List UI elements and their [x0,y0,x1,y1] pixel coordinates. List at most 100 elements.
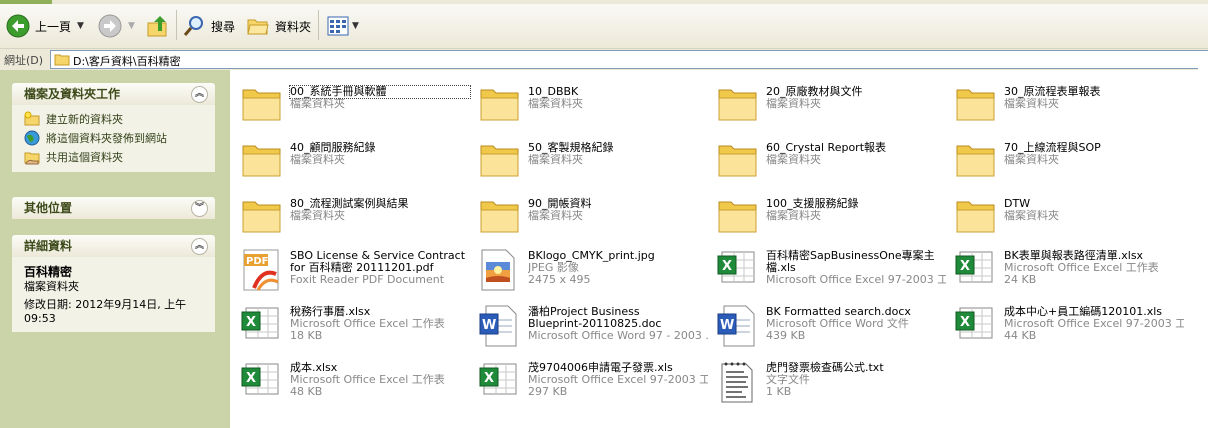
file-item[interactable]: 90_開帳資料 檔案資料夾 [472,190,710,242]
chevron-down-icon[interactable]: ▼ [77,21,84,31]
up-folder-button[interactable] [146,11,170,41]
file-type: Microsoft Office Word 97 - 2003 ... [528,330,708,342]
forward-button[interactable]: ▼ [98,11,135,41]
file-tasks-panel: 檔案及資料夾工作 ︽ 建立新的資料夾 將這個資料夾發佈到網站 共用這個資料夾 [12,83,215,172]
address-dropdown-button[interactable] [1198,50,1208,71]
file-type: JPEG 影像 [528,262,579,274]
file-name: BK Formatted search.docx [766,305,911,318]
share-folder-icon [24,152,40,164]
file-item[interactable]: W 潘柏Project Business Blueprint-20110825.… [472,298,710,350]
task-label: 建立新的資料夾 [46,112,123,126]
file-type: 檔案資料夾 [528,210,583,222]
file-item[interactable]: 虎門發票檢查碼公式.txt 文字文件 1 KB [710,354,948,406]
svg-text:W: W [720,318,734,333]
chevron-down-icon[interactable]: ▼ [352,21,359,31]
file-size: 18 KB [290,330,323,342]
text-icon [716,360,764,408]
file-tasks-body: 建立新的資料夾 將這個資料夾發佈到網站 共用這個資料夾 [12,105,215,172]
excel-icon: X [954,248,1002,296]
file-item[interactable]: X 百科精密SapBusinessOne專案主檔.xls Microsoft O… [710,242,948,294]
task-label: 將這個資料夾發佈到網站 [46,131,167,145]
file-type: 檔案資料夾 [1004,98,1059,110]
folders-label: 資料夾 [275,19,312,34]
expand-chevron-icon[interactable]: ︾ [191,200,208,217]
file-item[interactable]: 30_原流程表單報表 檔案資料夾 [948,78,1186,130]
file-item[interactable]: X 茂9704006申請電子發票.xls Microsoft Office Ex… [472,354,710,406]
file-type: Foxit Reader PDF Document [290,274,445,286]
file-name: SBO License & Service Contract for 百科精密 … [290,249,466,274]
file-item[interactable]: 10_DBBK 檔案資料夾 [472,78,710,130]
other-places-header[interactable]: 其他位置 ︾ [12,197,215,219]
task-new-folder[interactable]: 建立新的資料夾 [24,109,215,128]
file-size: 1 KB [766,386,792,398]
file-item[interactable]: 100_支援服務紀錄 檔案資料夾 [710,190,948,242]
file-item[interactable]: X 稅務行事曆.xlsx Microsoft Office Excel 工作表 … [234,298,472,350]
folder-icon [54,54,70,66]
task-share-folder[interactable]: 共用這個資料夾 [24,147,215,166]
svg-text:X: X [960,259,970,274]
file-item[interactable]: X BK表單與報表路徑清單.xlsx Microsoft Office Exce… [948,242,1186,294]
search-button[interactable]: 搜尋 [182,11,235,41]
file-name: 90_開帳資料 [528,197,592,210]
folder-icon [240,140,288,188]
file-item[interactable]: BKlogo_CMYK_print.jpg JPEG 影像 2475 x 495 [472,242,710,294]
file-item[interactable]: 50_客製規格紀錄 檔案資料夾 [472,134,710,186]
details-title: 詳細資料 [24,239,73,253]
folders-icon [247,19,269,35]
file-name: 虎門發票檢查碼公式.txt [766,361,884,374]
file-size: 24 KB [1004,274,1037,286]
collapse-chevron-icon[interactable]: ︽ [191,238,208,255]
file-tasks-header[interactable]: 檔案及資料夾工作 ︽ [12,83,215,105]
file-item[interactable]: 60_Crystal Report報表 檔案資料夾 [710,134,948,186]
details-panel: 詳細資料 ︽ 百科精密 檔案資料夾 修改日期: 2012年9月14日, 上午 0… [12,235,215,332]
task-publish-web[interactable]: 將這個資料夾發佈到網站 [24,128,215,147]
back-button[interactable]: 上一頁 ▼ [6,11,84,41]
file-item[interactable]: 40_顧問服務紀錄 檔案資料夾 [234,134,472,186]
file-name: 稅務行事曆.xlsx [290,305,371,318]
file-type: Microsoft Office Excel 工作表 [290,374,445,386]
file-item[interactable]: 20_原廠教材與文件 檔案資料夾 [710,78,948,130]
search-icon [183,16,203,36]
details-name: 百科精密 [24,265,73,279]
details-header[interactable]: 詳細資料 ︽ [12,235,215,257]
folders-button[interactable]: 資料夾 [246,11,311,41]
file-item[interactable]: 80_流程測試案例與結果 檔案資料夾 [234,190,472,242]
file-size: 297 KB [528,386,568,398]
globe-icon [24,130,40,145]
svg-text:X: X [484,371,494,386]
file-item[interactable]: 70_上線流程與SOP 檔案資料夾 [948,134,1186,186]
file-item[interactable]: X 成本.xlsx Microsoft Office Excel 工作表 48 … [234,354,472,406]
address-label: 網址(D) [4,54,44,67]
back-label: 上一頁 [35,19,72,34]
file-type: Microsoft Office Excel 工作表 [1004,262,1159,274]
file-name: 成本中心+員工編碼120101.xls [1004,305,1163,318]
svg-text:W: W [482,318,496,333]
details-modified: 修改日期: 2012年9月14日, 上午 09:53 [24,298,187,325]
views-button[interactable]: ▼ [326,11,359,41]
excel-icon: X [716,248,764,296]
file-name: 百科精密SapBusinessOne專案主檔.xls [766,249,935,274]
file-name: 茂9704006申請電子發票.xls [528,361,673,374]
file-item[interactable]: 00_系統手冊與軟體 檔案資料夾 [234,78,472,130]
svg-text:X: X [722,259,732,274]
file-type: 檔案資料夾 [766,210,821,222]
file-dimensions: 2475 x 495 [528,274,591,286]
file-type: 檔案資料夾 [290,98,345,110]
file-item[interactable]: DTW 檔案資料夾 [948,190,1186,242]
folder-icon [954,140,1002,188]
file-item[interactable]: X 成本中心+員工編碼120101.xls Microsoft Office E… [948,298,1186,350]
file-name: 10_DBBK [528,85,579,98]
file-type: Microsoft Office Excel 97-2003 工... [766,274,946,286]
address-path: D:\客戶資料\百科精密 [73,55,181,68]
folder-icon [478,196,526,244]
file-name: 100_支援服務紀錄 [766,197,859,210]
file-name: 40_顧問服務紀錄 [290,141,376,154]
details-type: 檔案資料夾 [24,280,79,293]
collapse-chevron-icon[interactable]: ︽ [191,86,208,103]
chevron-down-icon[interactable]: ▼ [128,21,135,31]
file-item[interactable]: W BK Formatted search.docx Microsoft Off… [710,298,948,350]
details-body: 百科精密 檔案資料夾 修改日期: 2012年9月14日, 上午 09:53 [12,257,215,332]
file-item[interactable]: PDF SBO License & Service Contract for 百… [234,242,472,294]
file-name: 潘柏Project Business Blueprint-20110825.do… [528,305,662,330]
address-input[interactable]: D:\客戶資料\百科精密 [50,50,1200,69]
